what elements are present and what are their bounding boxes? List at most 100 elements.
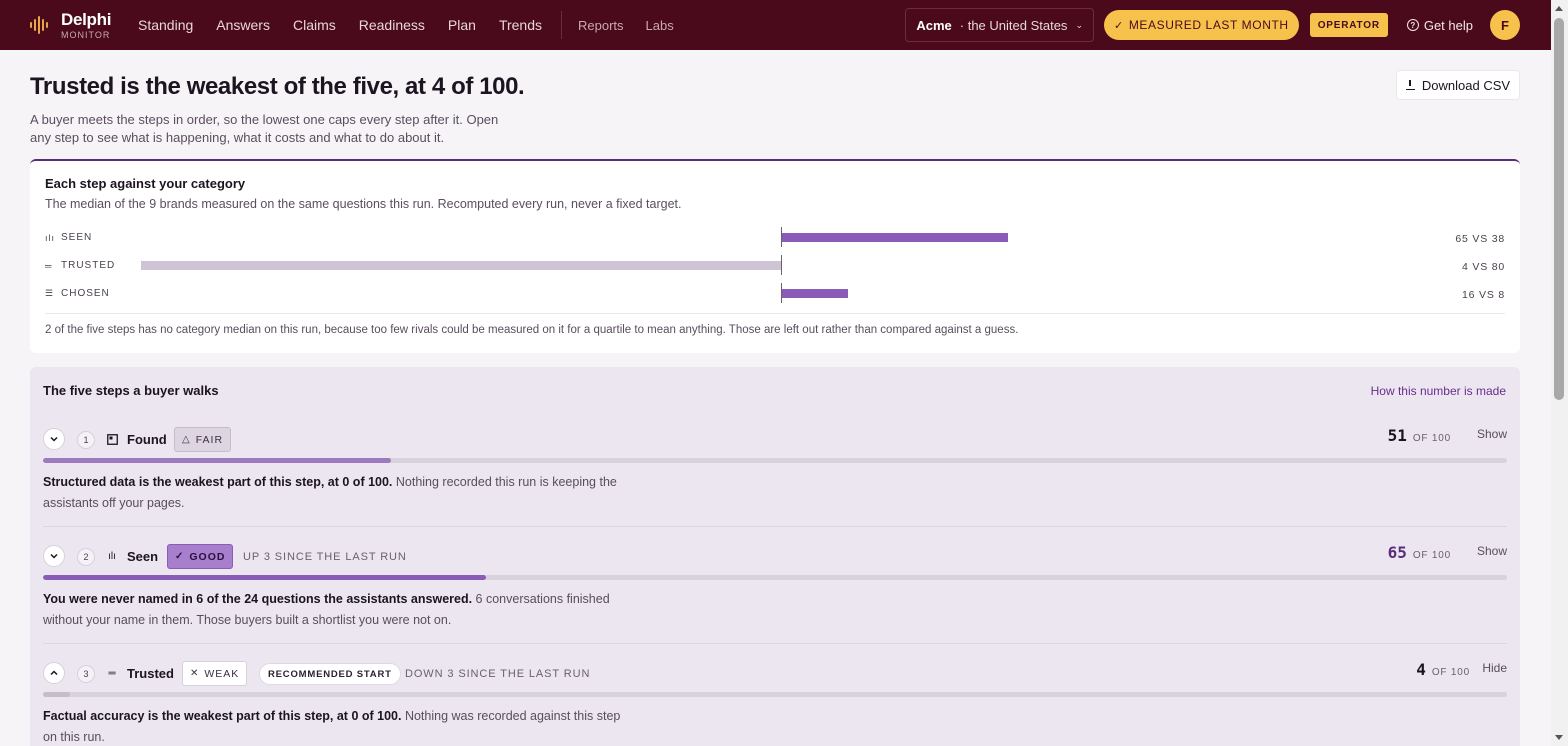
steps-title: The five steps a buyer walks <box>43 383 219 398</box>
nav-standing[interactable]: Standing <box>138 17 193 33</box>
score-track <box>43 575 1507 580</box>
download-csv-button[interactable]: Download CSV <box>1396 70 1520 100</box>
step-name: Found <box>127 432 167 447</box>
nav-plan[interactable]: Plan <box>448 17 476 33</box>
signal-icon: ılı <box>45 232 56 243</box>
steps-panel: The five steps a buyer walks How this nu… <box>30 367 1520 746</box>
score-fill <box>43 575 486 580</box>
chevron-up-icon <box>50 670 58 676</box>
equals-icon: ═ <box>45 260 53 271</box>
trend-delta: DOWN 3 SINCE THE LAST RUN <box>405 668 591 680</box>
score-fill <box>43 458 391 463</box>
comparison-label: TRUSTED <box>61 260 116 271</box>
expand-button[interactable] <box>43 545 65 567</box>
step-summary: Factual accuracy is the weakest part of … <box>43 709 621 744</box>
comparison-row-chosen: ☰ CHOSEN 16 VS 8 <box>45 283 1505 303</box>
triangle-icon: △ <box>182 434 191 445</box>
median-axis <box>781 255 782 275</box>
nav-reports[interactable]: Reports <box>578 18 624 33</box>
comparison-label: SEEN <box>61 232 93 243</box>
comparison-value: 16 VS 8 <box>1462 289 1505 301</box>
chevron-down-icon <box>50 553 58 559</box>
scroll-down-icon[interactable] <box>1555 735 1563 740</box>
scroll-thumb[interactable] <box>1554 18 1564 400</box>
show-toggle[interactable]: Show <box>1477 544 1507 558</box>
trend-delta: UP 3 SINCE THE LAST RUN <box>243 551 407 563</box>
measured-badge[interactable]: ✓ MEASURED LAST MONTH <box>1103 10 1299 40</box>
signal-icon: ılı <box>108 550 116 562</box>
recommended-start-badge: RECOMMENDED START <box>259 663 401 685</box>
median-axis <box>781 283 782 303</box>
market-selector[interactable]: Acme · the United States ⌄ <box>905 8 1094 42</box>
category-note: 2 of the five steps has no category medi… <box>45 324 1019 336</box>
page-icon <box>106 433 118 445</box>
score-track <box>43 458 1507 463</box>
market-region: · the United States <box>959 17 1068 33</box>
brand-logo[interactable]: Delphi MONITOR <box>30 11 138 40</box>
comparison-bar <box>141 261 781 270</box>
x-icon: ✕ <box>190 668 200 679</box>
median-axis <box>781 227 782 247</box>
nav-divider <box>561 11 562 39</box>
list-check-icon: ☰ <box>45 288 55 298</box>
status-badge: △ FAIR <box>174 427 232 452</box>
avatar[interactable]: F <box>1490 10 1520 40</box>
step-score: 4 OF 100 <box>1416 660 1470 679</box>
step-summary: You were never named in 6 of the 24 ques… <box>43 592 610 627</box>
help-link[interactable]: ? Get help <box>1406 17 1473 33</box>
step-number: 3 <box>77 665 95 683</box>
question-icon: ? <box>1406 19 1419 31</box>
show-toggle[interactable]: Show <box>1477 427 1507 441</box>
download-icon <box>1405 80 1415 90</box>
step-number: 2 <box>77 548 95 566</box>
help-label: Get help <box>1423 17 1473 33</box>
comparison-row-trusted: ═ TRUSTED 4 VS 80 <box>45 255 1505 275</box>
check-icon: ✓ <box>1113 19 1124 32</box>
comparison-label: CHOSEN <box>61 288 110 299</box>
comparison-value: 4 VS 80 <box>1462 261 1505 273</box>
step-score: 65 OF 100 <box>1387 543 1451 562</box>
nav-labs[interactable]: Labs <box>646 18 674 33</box>
check-icon: ✓ <box>175 551 185 562</box>
divider <box>45 313 1505 314</box>
measured-label: MEASURED LAST MONTH <box>1128 18 1289 32</box>
comparison-bar <box>781 233 1009 242</box>
step-summary: Structured data is the weakest part of t… <box>43 475 617 510</box>
step-name: Trusted <box>127 666 174 681</box>
nav-trends[interactable]: Trends <box>499 17 542 33</box>
category-subtitle: The median of the 9 brands measured on t… <box>45 197 682 211</box>
brand-subtitle: MONITOR <box>61 29 111 40</box>
category-comparison-card: Each step against your category The medi… <box>30 159 1520 353</box>
equals-icon: ═ <box>108 667 116 679</box>
waveform-icon <box>30 16 52 34</box>
scroll-up-icon[interactable] <box>1555 6 1563 11</box>
page-title: Trusted is the weakest of the five, at 4… <box>30 73 525 100</box>
category-title: Each step against your category <box>45 176 246 191</box>
status-badge: ✓ GOOD <box>167 544 234 569</box>
divider <box>43 643 1507 644</box>
operator-badge[interactable]: OPERATOR <box>1309 13 1388 37</box>
method-link[interactable]: How this number is made <box>1371 384 1506 398</box>
hide-toggle[interactable]: Hide <box>1482 661 1507 675</box>
score-track <box>43 692 1507 697</box>
divider <box>43 526 1507 527</box>
step-number: 1 <box>77 431 95 449</box>
nav-readiness[interactable]: Readiness <box>359 17 425 33</box>
brand-name: Delphi <box>61 9 112 29</box>
collapse-button[interactable] <box>43 662 65 684</box>
step-name: Seen <box>127 549 159 564</box>
comparison-row-seen: ılı SEEN 65 VS 38 <box>45 227 1505 247</box>
nav-answers[interactable]: Answers <box>216 17 270 33</box>
market-brand: Acme <box>916 17 952 33</box>
comparison-bar <box>781 289 849 298</box>
expand-button[interactable] <box>43 428 65 450</box>
comparison-value: 65 VS 38 <box>1455 233 1505 245</box>
score-fill <box>43 692 71 697</box>
top-nav: Delphi MONITOR Standing Answers Claims R… <box>0 0 1551 50</box>
page-scrollbar[interactable] <box>1551 0 1568 746</box>
page-description: A buyer meets the steps in order, so the… <box>30 112 499 145</box>
status-badge: ✕ WEAK <box>182 661 248 686</box>
step-score: 51 OF 100 <box>1387 426 1451 445</box>
chevron-down-icon <box>50 436 58 442</box>
nav-claims[interactable]: Claims <box>293 17 336 33</box>
